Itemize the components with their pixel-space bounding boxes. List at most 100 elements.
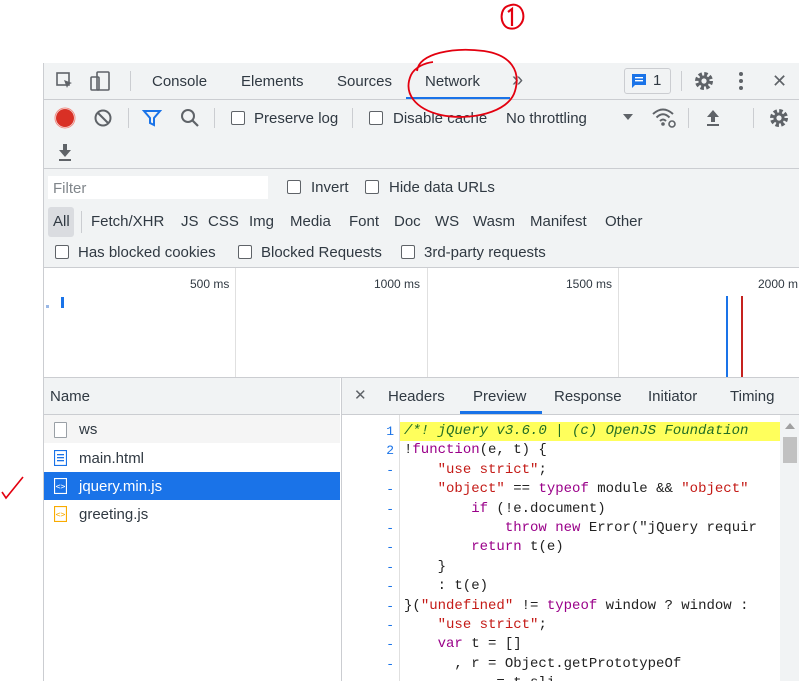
type-filter-css[interactable]: CSS [208, 213, 239, 230]
throttling-dropdown-arrow-icon[interactable] [621, 110, 635, 124]
invert-checkbox[interactable] [287, 180, 301, 194]
file-icon [54, 422, 67, 438]
tab-response[interactable]: Response [554, 388, 622, 405]
tab-sources[interactable]: Sources [337, 73, 392, 90]
request-name: main.html [79, 450, 145, 467]
preserve-log-label: Preserve log [254, 110, 339, 127]
has-blocked-cookies-checkbox[interactable] [55, 245, 69, 259]
tab-initiator[interactable]: Initiator [648, 388, 697, 405]
annotation-checkmark [0, 474, 26, 502]
code-line-number: - [386, 482, 394, 498]
blocked-requests-label: Blocked Requests [261, 244, 382, 261]
code-line-number: - [386, 637, 394, 653]
inspect-element-icon[interactable] [55, 71, 75, 91]
code-line-number: - [342, 676, 394, 681]
third-party-requests-checkbox[interactable] [401, 245, 415, 259]
request-list: Name ws main.html <> jquery.min.js <> gr… [44, 378, 342, 681]
type-filter-doc[interactable]: Doc [394, 213, 421, 230]
type-filter-js[interactable]: JS [181, 213, 199, 230]
tab-timing[interactable]: Timing [730, 388, 774, 405]
code-line: if (!e.document) [471, 500, 606, 517]
code-line-number: - [386, 579, 394, 595]
timeline-tick-label: 2000 m [758, 277, 799, 291]
request-row-jquery-min-js-selected[interactable]: <> jquery.min.js [44, 472, 340, 500]
scroll-up-arrow-icon[interactable] [784, 421, 796, 431]
network-conditions-wifi-icon[interactable] [651, 106, 677, 130]
code-line: "object" == typeof module && "object" [437, 481, 749, 498]
load-event-line [741, 296, 743, 377]
document-icon [54, 450, 67, 466]
request-row-ws[interactable]: ws [44, 415, 340, 443]
line-number-gutter-divider [399, 415, 400, 681]
type-filter-all[interactable]: All [53, 213, 70, 230]
timeline-overview[interactable]: 500 ms 1000 ms 1500 ms 2000 m [44, 268, 799, 378]
more-options-icon[interactable] [731, 70, 751, 92]
close-details-icon[interactable]: ✕ [354, 386, 367, 404]
code-line: "use strict"; [437, 617, 547, 633]
request-name: ws [79, 421, 98, 438]
name-column-header[interactable]: Name [44, 378, 340, 415]
annotation-circle [399, 41, 523, 123]
tab-console[interactable]: Console [152, 73, 207, 90]
dom-content-loaded-line [726, 296, 728, 377]
preview-code-viewer[interactable]: 1 /*! jQuery v3.6.0 | (c) OpenJS Foundati… [342, 415, 780, 681]
type-filter-font[interactable]: Font [349, 213, 379, 230]
request-row-greeting-js[interactable]: <> greeting.js [44, 500, 340, 528]
blocked-requests-checkbox[interactable] [238, 245, 252, 259]
code-line: !function(e, t) { [404, 442, 547, 459]
code-line-number: - [386, 618, 394, 633]
hide-data-urls-checkbox[interactable] [365, 180, 379, 194]
filter-funnel-icon[interactable] [141, 107, 163, 129]
scrollbar-thumb[interactable] [783, 437, 797, 463]
code-line: "use strict"; [437, 461, 547, 478]
type-filter-media[interactable]: Media [290, 213, 331, 230]
device-toolbar-icon[interactable] [88, 69, 112, 93]
timeline-tick-label: 1500 ms [566, 277, 613, 291]
message-icon [631, 73, 647, 89]
third-party-requests-label: 3rd-party requests [424, 244, 546, 261]
type-filter-other[interactable]: Other [605, 213, 643, 230]
type-filter-manifest[interactable]: Manifest [530, 213, 587, 230]
type-filter-wasm[interactable]: Wasm [473, 213, 515, 230]
code-line: /*! jQuery v3.6.0 | (c) OpenJS Foundatio… [404, 423, 749, 439]
details-tab-bar: ✕ Headers Preview Response Initiator Tim… [342, 378, 799, 415]
clear-icon[interactable] [92, 107, 114, 129]
svg-text:<>: <> [56, 482, 66, 491]
type-filter-img[interactable]: Img [249, 213, 274, 230]
code-line-number: 2 [386, 443, 394, 459]
network-settings-gear-icon[interactable] [768, 107, 790, 129]
preserve-log-checkbox[interactable] [231, 111, 245, 125]
messages-badge[interactable]: 1 [624, 68, 671, 94]
tab-headers[interactable]: Headers [388, 388, 445, 405]
close-devtools-icon[interactable]: ✕ [772, 71, 787, 92]
code-line: = t.sli [404, 675, 555, 681]
code-line-number: - [386, 501, 394, 517]
filter-input[interactable]: Filter [48, 176, 268, 199]
name-column-header-label: Name [50, 388, 91, 405]
code-line: , r = Object.getPrototypeOf [404, 655, 682, 672]
timeline-request-bar [46, 305, 49, 308]
request-row-main-html[interactable]: main.html [44, 444, 340, 472]
script-icon: <> [54, 478, 67, 494]
timeline-tick-label: 500 ms [190, 277, 230, 291]
code-line: return t(e) [471, 539, 564, 556]
code-line-number: 1 [386, 424, 394, 439]
code-line-number: - [386, 598, 394, 614]
tab-elements[interactable]: Elements [241, 73, 304, 90]
code-line-number: - [386, 462, 394, 478]
disable-cache-checkbox[interactable] [369, 111, 383, 125]
annotation-number-one [494, 2, 530, 32]
import-har-upload-icon[interactable] [703, 107, 723, 129]
svg-text:<>: <> [56, 510, 66, 519]
export-har-download-icon[interactable] [55, 141, 75, 163]
search-icon[interactable] [179, 107, 201, 129]
tab-preview[interactable]: Preview [473, 388, 526, 405]
timeline-tick-label: 1000 ms [374, 277, 421, 291]
settings-gear-icon[interactable] [693, 70, 715, 92]
vertical-scrollbar[interactable] [780, 415, 799, 681]
type-filter-ws[interactable]: WS [435, 213, 459, 230]
type-filter-fetch-xhr[interactable]: Fetch/XHR [91, 213, 164, 230]
code-line-number: - [386, 540, 394, 556]
filter-placeholder: Filter [53, 180, 87, 197]
record-icon[interactable] [54, 107, 76, 129]
